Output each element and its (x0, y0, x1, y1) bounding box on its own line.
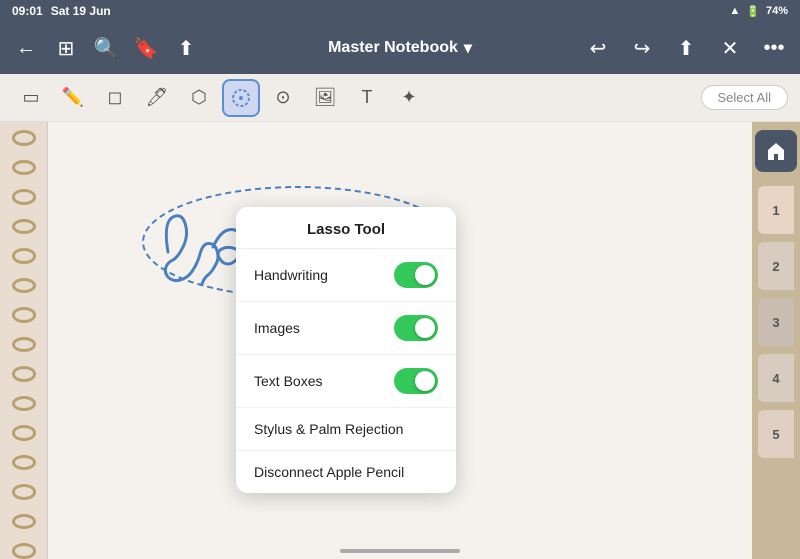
undo-button[interactable]: ↩ (580, 30, 616, 66)
redo-button[interactable]: ↪ (624, 30, 660, 66)
toolbar-right: ↩ ↪ ⬆ ✕ ••• (580, 30, 792, 66)
tools-row: ▭ ✏️ ◻ 🖊 ⬡ ⊙ 🖼 T ✦ Select All (0, 74, 800, 122)
main-toolbar: ← ⊞ 🔍 🔖 ⬆ Master Notebook ▾ ↩ ↪ ⬆ ✕ ••• (0, 22, 800, 74)
text-boxes-toggle[interactable] (394, 368, 438, 394)
close-button[interactable]: ✕ (712, 30, 748, 66)
status-bar: 09:01 Sat 19 Jun ▲ 🔋 74% (0, 0, 800, 22)
sticker-tool-button[interactable]: ✦ (390, 79, 428, 117)
stylus-palm-item[interactable]: Stylus & Palm Rejection (236, 408, 456, 451)
handwriting-toggle[interactable] (394, 262, 438, 288)
toolbar-left: ← ⊞ 🔍 🔖 ⬆ (8, 30, 204, 66)
handwriting-item[interactable]: Handwriting (236, 249, 456, 302)
spiral-ring (12, 219, 36, 235)
select-area-button[interactable]: Select All (701, 85, 788, 110)
spiral-ring (12, 307, 36, 323)
spiral-ring (12, 366, 36, 382)
text-boxes-label: Text Boxes (254, 373, 322, 389)
stylus-palm-label: Stylus & Palm Rejection (254, 421, 403, 437)
spiral-ring (12, 484, 36, 500)
spiral-ring (12, 455, 36, 471)
disconnect-pencil-item[interactable]: Disconnect Apple Pencil (236, 451, 456, 493)
spiral-ring (12, 189, 36, 205)
search-button[interactable]: 🔍 (88, 30, 124, 66)
notebook-title: Master Notebook (328, 39, 458, 57)
images-label: Images (254, 320, 300, 336)
notebook-page[interactable]: Lasso Tool Handwriting Images Text Boxes (48, 122, 752, 559)
lasso-tool-button[interactable] (222, 79, 260, 117)
images-item[interactable]: Images (236, 302, 456, 355)
toggle-thumb (415, 371, 435, 391)
page-tab-1[interactable]: 1 (758, 186, 794, 234)
spiral-ring (12, 130, 36, 146)
camera-tool-button[interactable]: ⊙ (264, 79, 302, 117)
spiral-ring (12, 396, 36, 412)
page-tab-2[interactable]: 2 (758, 242, 794, 290)
page-tab-4[interactable]: 4 (758, 354, 794, 402)
select-area-label: Select All (718, 90, 771, 105)
export-button[interactable]: ⬆ (668, 30, 704, 66)
spiral-ring (12, 425, 36, 441)
spiral-ring (12, 337, 36, 353)
pen-tool-button[interactable]: ✏️ (54, 79, 92, 117)
date: Sat 19 Jun (51, 4, 111, 18)
lasso-popup-title: Lasso Tool (236, 207, 456, 249)
spiral-binding (0, 122, 48, 559)
spiral-ring (12, 160, 36, 176)
image-tool-button[interactable]: 🖼 (306, 79, 344, 117)
apps-button[interactable]: ⊞ (48, 30, 84, 66)
more-button[interactable]: ••• (756, 30, 792, 66)
wifi-icon: ▲ (729, 5, 740, 17)
eraser-tool-button[interactable]: ◻ (96, 79, 134, 117)
bookmark-button[interactable]: 🔖 (128, 30, 164, 66)
status-right: ▲ 🔋 74% (729, 5, 788, 18)
spiral-ring (12, 248, 36, 264)
right-tabs: 1 2 3 4 5 (752, 122, 800, 559)
notebook-title-area[interactable]: Master Notebook ▾ (328, 38, 472, 58)
battery-pct: 74% (766, 5, 788, 17)
spiral-ring (12, 514, 36, 530)
handwriting-label: Handwriting (254, 267, 328, 283)
time: 09:01 (12, 4, 43, 18)
toggle-thumb (415, 265, 435, 285)
battery-icon: 🔋 (746, 5, 760, 18)
images-toggle[interactable] (394, 315, 438, 341)
highlighter-tool-button[interactable]: 🖊 (138, 79, 176, 117)
share-button[interactable]: ⬆ (168, 30, 204, 66)
page-tab-3[interactable]: 3 (758, 298, 794, 346)
status-left: 09:01 Sat 19 Jun (12, 4, 111, 18)
shape-tool-button[interactable]: ⬡ (180, 79, 218, 117)
dropdown-icon: ▾ (464, 38, 472, 58)
home-indicator (340, 549, 460, 553)
toggle-thumb (415, 318, 435, 338)
text-boxes-item[interactable]: Text Boxes (236, 355, 456, 408)
lasso-popup: Lasso Tool Handwriting Images Text Boxes (236, 207, 456, 493)
select-tool-button[interactable]: ▭ (12, 79, 50, 117)
text-tool-button[interactable]: T (348, 79, 386, 117)
back-button[interactable]: ← (8, 30, 44, 66)
spiral-ring (12, 278, 36, 294)
spiral-ring (12, 543, 36, 559)
home-tab-button[interactable] (755, 130, 797, 172)
page-tab-5[interactable]: 5 (758, 410, 794, 458)
main-content: Lasso Tool Handwriting Images Text Boxes (0, 122, 800, 559)
disconnect-pencil-label: Disconnect Apple Pencil (254, 464, 404, 480)
